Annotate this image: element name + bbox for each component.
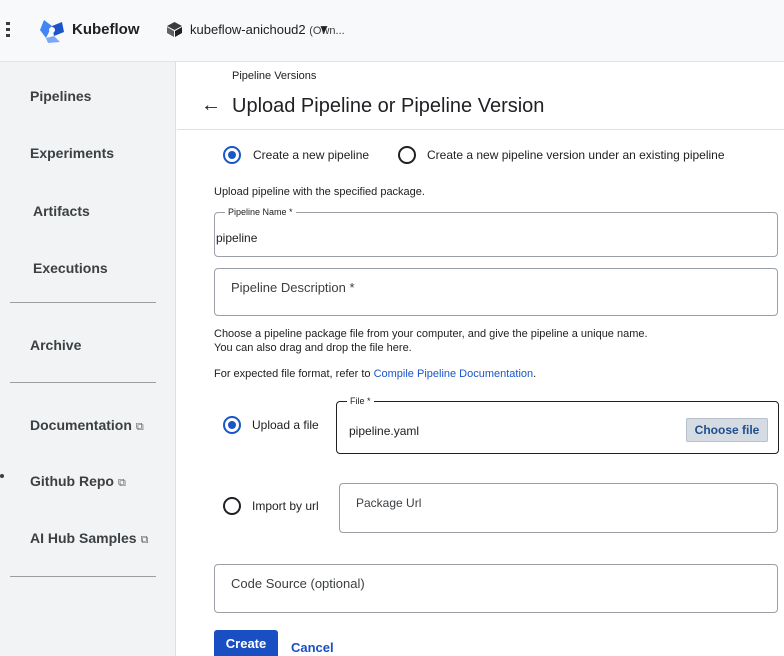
namespace-name: kubeflow-anichoud2 xyxy=(190,22,306,37)
sidebar-item-label: Artifacts xyxy=(33,203,90,219)
file-field[interactable]: File * pipeline.yaml Choose file xyxy=(336,396,779,454)
package-url-field[interactable]: Package Url xyxy=(339,483,778,533)
sidebar-divider xyxy=(10,382,156,383)
instructions-line-2: You can also drag and drop the file here… xyxy=(214,342,412,354)
external-link-icon: ⧉ xyxy=(140,534,149,546)
pipeline-name-value: pipeline xyxy=(216,231,258,245)
main-content: Pipeline Versions ← Upload Pipeline or P… xyxy=(177,62,784,656)
sidebar-divider xyxy=(10,576,156,577)
package-url-placeholder: Package Url xyxy=(356,496,422,510)
sidebar-item-github-repo[interactable]: Github Repo ⧉ xyxy=(30,473,126,490)
pipeline-description-placeholder: Pipeline Description * xyxy=(231,280,355,295)
sidebar: Pipelines Experiments Artifacts Executio… xyxy=(0,62,176,656)
sidebar-divider xyxy=(10,302,156,303)
sidebar-item-label: Github Repo xyxy=(30,473,114,489)
title-divider xyxy=(177,129,784,130)
file-format-suffix: . xyxy=(533,368,537,380)
file-name-value: pipeline.yaml xyxy=(349,424,420,438)
sidebar-item-ai-hub-samples[interactable]: AI Hub Samples ⧉ xyxy=(30,530,148,547)
code-source-field[interactable]: Code Source (optional) xyxy=(214,564,778,613)
external-link-icon: ⧉ xyxy=(118,477,126,489)
sidebar-item-label: Experiments xyxy=(30,145,115,161)
upload-hint: Upload pipeline with the specified packa… xyxy=(214,186,425,198)
top-bar: Kubeflow kubeflow-anichoud2 (Own... ▼ xyxy=(0,0,784,62)
choose-file-button[interactable]: Choose file xyxy=(686,418,768,442)
sidebar-item-pipelines[interactable]: Pipelines xyxy=(30,88,91,104)
back-arrow-icon[interactable]: ← xyxy=(201,94,221,117)
chevron-down-icon[interactable]: ▼ xyxy=(318,22,330,36)
kubeflow-logo-icon[interactable] xyxy=(38,16,66,44)
pipeline-description-field[interactable]: Pipeline Description * xyxy=(214,268,778,316)
sidebar-item-documentation[interactable]: Documentation ⧉ xyxy=(30,417,144,434)
sidebar-item-experiments[interactable]: Experiments xyxy=(30,145,114,161)
sidebar-item-label: AI Hub Samples xyxy=(30,530,137,546)
sidebar-item-archive[interactable]: Archive xyxy=(30,337,81,353)
sidebar-item-artifacts[interactable]: Artifacts xyxy=(33,203,90,219)
create-new-pipeline-radio[interactable] xyxy=(223,146,241,164)
collapsed-nav-indicator xyxy=(0,474,4,478)
import-by-url-label[interactable]: Import by url xyxy=(252,499,319,513)
import-by-url-radio[interactable] xyxy=(223,497,241,515)
code-source-placeholder: Code Source (optional) xyxy=(231,576,365,591)
create-button[interactable]: Create xyxy=(214,630,278,656)
sidebar-item-label: Executions xyxy=(33,260,108,276)
upload-file-radio[interactable] xyxy=(223,416,241,434)
menu-icon[interactable] xyxy=(6,22,12,38)
sidebar-item-label: Archive xyxy=(30,337,82,353)
external-link-icon: ⧉ xyxy=(135,421,144,433)
sidebar-item-label: Pipelines xyxy=(30,88,92,104)
sidebar-item-label: Documentation xyxy=(30,417,132,433)
breadcrumb[interactable]: Pipeline Versions xyxy=(232,70,316,82)
create-new-pipeline-label[interactable]: Create a new pipeline xyxy=(253,148,369,162)
file-format-note: For expected file format, refer to Compi… xyxy=(214,368,536,380)
cancel-button[interactable]: Cancel xyxy=(291,640,334,655)
namespace-cube-icon xyxy=(167,22,182,37)
pipeline-name-label: Pipeline Name * xyxy=(225,207,296,217)
page-title: Upload Pipeline or Pipeline Version xyxy=(232,95,545,117)
instructions-line-1: Choose a pipeline package file from your… xyxy=(214,328,648,340)
sidebar-item-executions[interactable]: Executions xyxy=(33,260,108,276)
create-new-version-radio[interactable] xyxy=(398,146,416,164)
create-new-version-label[interactable]: Create a new pipeline version under an e… xyxy=(427,148,725,162)
pipeline-name-field[interactable]: Pipeline Name * pipeline xyxy=(214,207,778,257)
compile-pipeline-docs-link[interactable]: Compile Pipeline Documentation xyxy=(374,368,534,380)
upload-file-label[interactable]: Upload a file xyxy=(252,418,319,432)
file-field-label: File * xyxy=(347,396,374,406)
brand-name: Kubeflow xyxy=(72,21,140,38)
file-format-prefix: For expected file format, refer to xyxy=(214,368,374,380)
